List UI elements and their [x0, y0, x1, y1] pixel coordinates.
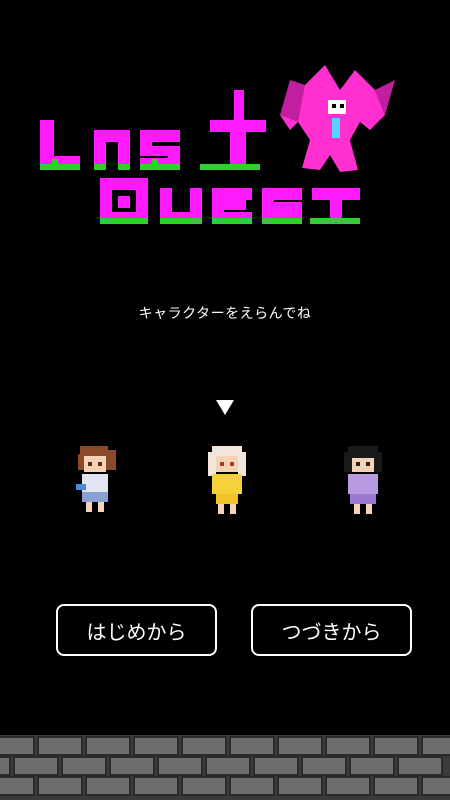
brown-hair-girl-icon: [76, 446, 116, 512]
black-hair-girl-icon: [344, 446, 382, 514]
continue-button[interactable]: つづきから: [251, 604, 412, 656]
character-black-hair-girl[interactable]: [338, 440, 390, 518]
selection-cursor-icon: [216, 400, 234, 415]
character-brown-hair-girl[interactable]: [70, 440, 122, 518]
stone-floor: [0, 735, 450, 800]
character-white-hair-girl[interactable]: [202, 440, 254, 518]
dragon-monster-icon: [280, 65, 395, 172]
select-character-prompt: キャラクターをえらんでね: [138, 306, 312, 322]
white-hair-girl-icon: [208, 446, 246, 514]
new-game-button[interactable]: はじめから: [56, 604, 217, 656]
game-logo: [40, 65, 395, 224]
logo-line-last: [40, 90, 266, 170]
logo-line-quest: [100, 178, 360, 224]
